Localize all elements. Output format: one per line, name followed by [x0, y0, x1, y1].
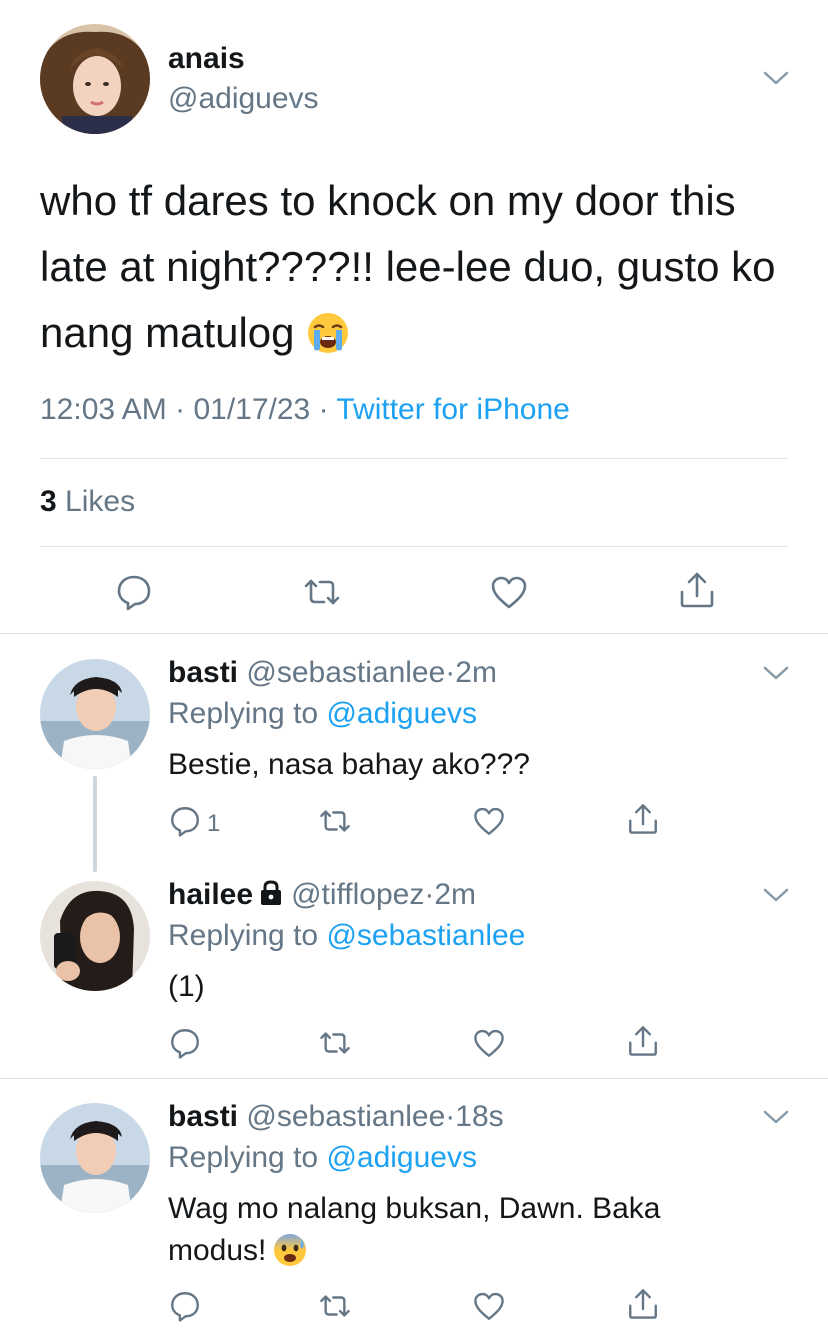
- reply-avatar[interactable]: [40, 659, 150, 769]
- divider: [40, 546, 788, 547]
- reply-avatar[interactable]: [40, 1103, 150, 1213]
- replying-to-label: Replying to: [168, 697, 319, 730]
- meta-separator: ·: [318, 393, 329, 426]
- reply-text-fragment: modus!: [168, 1234, 267, 1267]
- share-button[interactable]: [626, 1024, 660, 1058]
- tweet-time: 12:03 AM: [40, 393, 167, 426]
- reply-button[interactable]: [168, 804, 202, 838]
- tweet-text: who tf dares to knock on my door this la…: [40, 168, 790, 366]
- replying-to-link[interactable]: @adiguevs: [326, 1141, 477, 1174]
- tweet-body: who tf dares to knock on my door this la…: [40, 177, 776, 356]
- share-button[interactable]: [626, 802, 660, 836]
- reply-button[interactable]: [168, 1026, 202, 1060]
- reply-count: 1: [207, 810, 221, 837]
- like-button[interactable]: [489, 572, 529, 612]
- retweet-button[interactable]: [318, 1289, 352, 1323]
- reply-age: 2m: [434, 878, 477, 911]
- reply-age: 18s: [455, 1100, 504, 1133]
- tweet-date: 01/17/23: [193, 393, 311, 426]
- likes-count: 3: [40, 485, 57, 518]
- chevron-down-icon[interactable]: [762, 68, 790, 88]
- reply-header: hailee @tifflopez·2m: [168, 878, 476, 912]
- reply-header: basti @sebastianlee·18s: [168, 1100, 504, 1134]
- reply-avatar[interactable]: [40, 881, 150, 991]
- divider: [40, 458, 788, 459]
- reply-age: 2m: [455, 656, 497, 689]
- reply-author-name[interactable]: hailee: [168, 878, 253, 911]
- anxious-face-with-sweat-icon: [272, 1232, 308, 1268]
- divider: [0, 1078, 828, 1079]
- lock-icon: [257, 879, 285, 907]
- chevron-down-icon[interactable]: [762, 663, 790, 683]
- tweet-source-link[interactable]: Twitter for iPhone: [336, 393, 569, 426]
- thread-connector: [93, 776, 97, 872]
- chevron-down-icon[interactable]: [762, 885, 790, 905]
- share-button[interactable]: [677, 570, 717, 610]
- author-avatar[interactable]: [40, 24, 150, 134]
- meta-separator: ·: [424, 878, 435, 911]
- replying-to: Replying to @adiguevs: [168, 697, 477, 731]
- reply-author-name[interactable]: basti: [168, 656, 238, 689]
- replying-to-label: Replying to: [168, 919, 319, 952]
- meta-separator: ·: [445, 1100, 456, 1133]
- share-button[interactable]: [626, 1287, 660, 1321]
- divider: [0, 633, 828, 634]
- meta-separator: ·: [175, 393, 186, 426]
- replying-to-label: Replying to: [168, 1141, 319, 1174]
- reply-button[interactable]: [114, 572, 154, 612]
- retweet-button[interactable]: [318, 804, 352, 838]
- reply-button[interactable]: [168, 1289, 202, 1323]
- likes-summary[interactable]: 3 Likes: [40, 485, 135, 519]
- loudly-crying-face-icon: [306, 311, 350, 355]
- reply-text-line: Wag mo nalang buksan, Dawn. Baka: [168, 1192, 661, 1225]
- reply-author-handle[interactable]: @sebastianlee: [246, 1100, 445, 1133]
- author-name[interactable]: anais: [168, 42, 245, 76]
- like-button[interactable]: [472, 1026, 506, 1060]
- chevron-down-icon[interactable]: [762, 1107, 790, 1127]
- retweet-button[interactable]: [302, 572, 342, 612]
- likes-label: Likes: [65, 485, 136, 518]
- reply-text-line: modus!: [168, 1230, 788, 1272]
- reply-author-handle[interactable]: @sebastianlee: [246, 656, 445, 689]
- replying-to: Replying to @adiguevs: [168, 1141, 477, 1175]
- retweet-button[interactable]: [318, 1026, 352, 1060]
- replying-to-link[interactable]: @adiguevs: [326, 697, 477, 730]
- reply-text: (1): [168, 970, 205, 1003]
- author-handle[interactable]: @adiguevs: [168, 82, 319, 116]
- reply-author-handle[interactable]: @tifflopez: [291, 878, 424, 911]
- reply-header: basti @sebastianlee·2m: [168, 656, 497, 690]
- reply-author-name[interactable]: basti: [168, 1100, 238, 1133]
- reply-text: Wag mo nalang buksan, Dawn. Baka modus!: [168, 1188, 788, 1272]
- like-button[interactable]: [472, 804, 506, 838]
- meta-separator: ·: [445, 656, 456, 689]
- replying-to: Replying to @sebastianlee: [168, 919, 525, 953]
- replying-to-link[interactable]: @sebastianlee: [326, 919, 525, 952]
- like-button[interactable]: [472, 1289, 506, 1323]
- tweet-meta: 12:03 AM · 01/17/23 · Twitter for iPhone: [40, 393, 570, 427]
- reply-text: Bestie, nasa bahay ako???: [168, 748, 530, 781]
